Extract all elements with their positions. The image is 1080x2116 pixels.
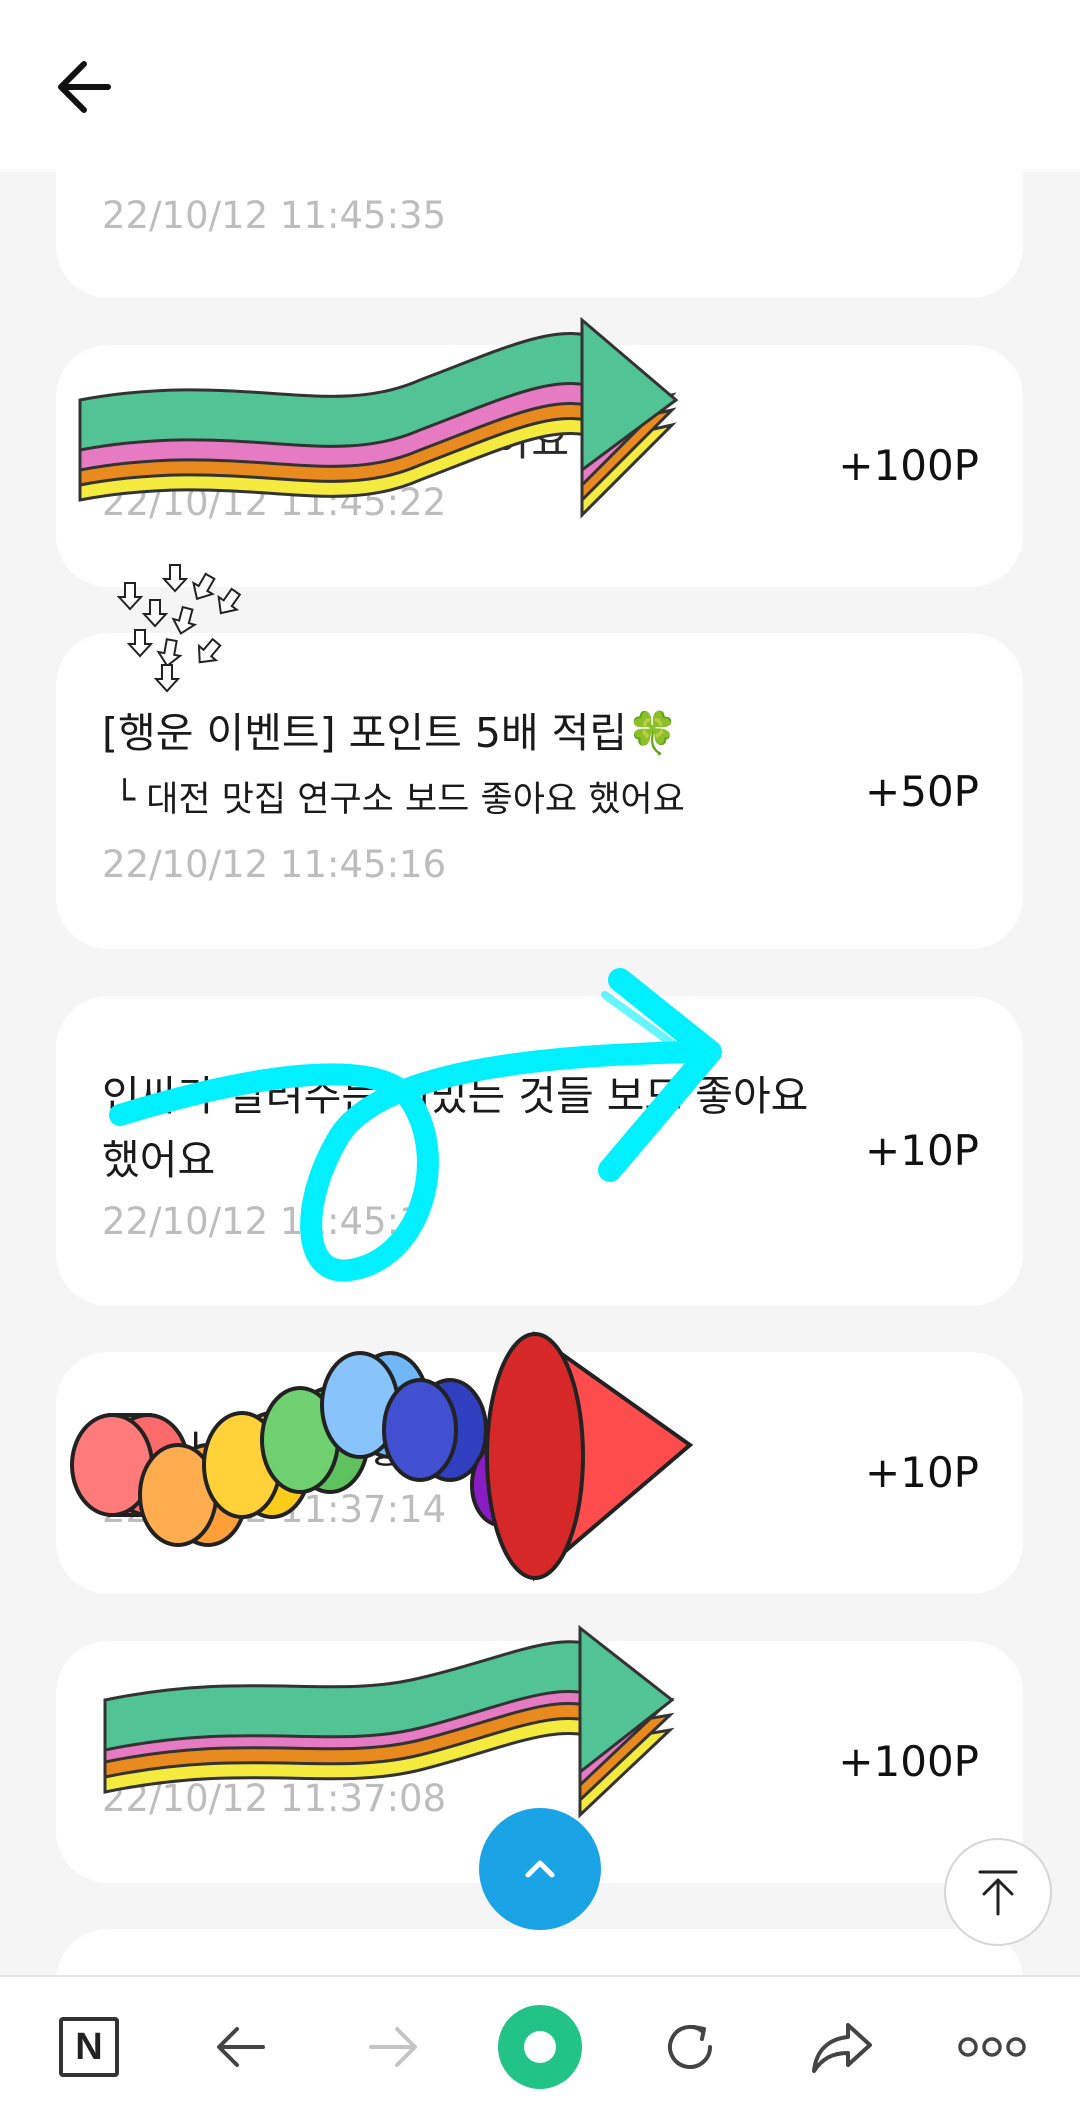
item-points: +10P (865, 1126, 979, 1175)
top-header (0, 0, 1080, 172)
item-title: [행운 이벤트] 포인트 5배 적립🍀 (102, 699, 678, 759)
clover-emoji: 🍀 (627, 709, 679, 757)
scroll-to-top-button[interactable] (944, 1838, 1052, 1946)
item-subtitle: └ 대전 맛집 연구소 보드 좋아요 했어요 (114, 780, 685, 820)
back-arrow-icon (217, 2027, 265, 2067)
browser-back-button[interactable] (199, 2005, 283, 2089)
browser-bottom-bar: N (0, 1975, 1080, 2116)
item-title-line2: 했어요 (102, 1136, 216, 1184)
item-points: +10P (865, 1448, 979, 1497)
arrow-left-icon (58, 61, 111, 113)
item-points: +100P (838, 441, 979, 490)
list-item[interactable]: [행운 이벤트] 포인트 5배 적립🍀 └ 대전 맛집 연구소 보드 좋아요 했… (56, 633, 1023, 949)
list-item[interactable] (56, 1929, 1023, 1975)
item-title: 첫 게시글 작성했어요 (102, 1713, 468, 1761)
item-time: 22/10/12 11:45:22 (102, 481, 447, 524)
arrow-to-top-icon (978, 1870, 1018, 1916)
item-points: +50P (865, 767, 979, 816)
item-time: 22/10/12 11:45:35 (102, 194, 447, 237)
naver-home-icon: N (59, 2017, 119, 2077)
refresh-button[interactable] (648, 2005, 732, 2089)
item-time: 22/10/12 11:37:14 (102, 1488, 447, 1531)
chevron-up-icon (525, 1860, 555, 1878)
back-button[interactable] (52, 52, 122, 122)
points-history-list: 22/10/12 11:45:35 이야기 보드 글 꾸며 보아요 22/10/… (0, 0, 1080, 1975)
green-circle-icon (498, 2005, 582, 2089)
share-button[interactable] (800, 2005, 884, 2089)
browser-forward-button[interactable] (351, 2005, 435, 2089)
item-title: 소식 나눔 보드 좋아요 했어요 (102, 1424, 607, 1472)
list-item[interactable]: 이야기 보드 글 꾸며 보아요 22/10/12 11:45:22 +100P (56, 345, 1023, 587)
more-icon (958, 2037, 1026, 2057)
refresh-icon (668, 2025, 712, 2069)
share-icon (812, 2023, 872, 2073)
list-item[interactable]: 인싸가 알려주는 재밌는 것들 보드 좋아요 했어요 22/10/12 11:4… (56, 996, 1023, 1306)
green-circle-button[interactable] (498, 2005, 582, 2089)
forward-arrow-icon (369, 2027, 417, 2067)
list-item[interactable]: 소식 나눔 보드 좋아요 했어요 22/10/12 11:37:14 +10P (56, 1352, 1023, 1594)
scroll-up-button[interactable] (479, 1808, 601, 1930)
item-time: 22/10/12 11:45:1 (102, 1200, 423, 1243)
item-time: 22/10/12 11:45:16 (102, 843, 447, 886)
item-time: 22/10/12 11:37:08 (102, 1777, 447, 1820)
item-title-text: [행운 이벤트] 포인트 5배 적립 (102, 709, 628, 757)
item-points: +100P (838, 1737, 979, 1786)
naver-logo-letter: N (75, 2025, 103, 2068)
naver-home-button[interactable]: N (47, 2005, 131, 2089)
item-title: 이야기 보드 글 꾸며 보아요 (102, 417, 570, 465)
more-button[interactable] (950, 2005, 1034, 2089)
item-title: 인싸가 알려주는 재밌는 것들 보드 좋아요 (102, 1072, 809, 1120)
